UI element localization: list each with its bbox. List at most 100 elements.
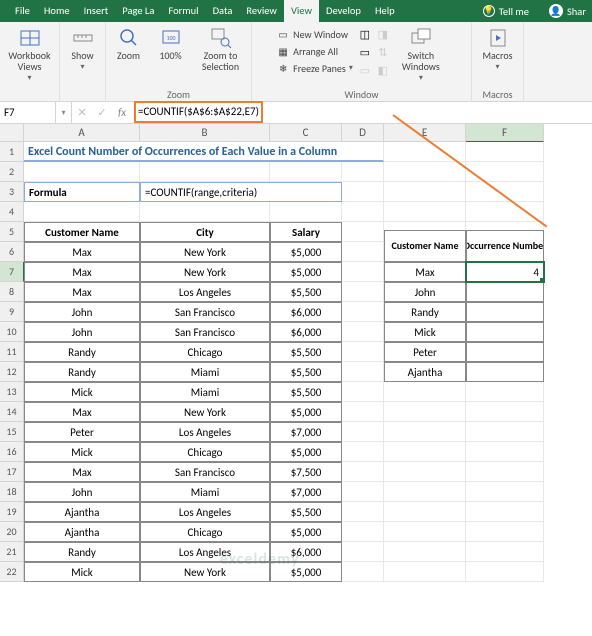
col-header-F[interactable]: F — [466, 124, 544, 142]
cell[interactable] — [342, 202, 384, 222]
name-box-dropdown[interactable]: ▾ — [56, 102, 72, 124]
row-header-20[interactable]: 20 — [0, 522, 24, 542]
row-header-12[interactable]: 12 — [0, 362, 24, 382]
side-cell-name[interactable]: Mick — [384, 322, 466, 342]
row-header-11[interactable]: 11 — [0, 342, 24, 362]
zoom-selection-button[interactable]: Zoom to Selection — [193, 24, 249, 72]
cell[interactable] — [342, 322, 384, 342]
side-cell-name[interactable]: Ajantha — [384, 362, 466, 382]
header-city[interactable]: City — [140, 222, 270, 242]
cell[interactable] — [342, 242, 384, 262]
cell-name[interactable]: Randy — [24, 342, 140, 362]
select-all-corner[interactable] — [0, 124, 24, 142]
name-box[interactable]: F7 — [0, 102, 56, 124]
cell[interactable] — [466, 142, 544, 162]
row-header-16[interactable]: 16 — [0, 442, 24, 462]
insert-function-button[interactable]: fx — [112, 102, 132, 124]
cell[interactable] — [466, 522, 544, 542]
cell-name[interactable]: John — [24, 302, 140, 322]
side-cell-val[interactable] — [466, 322, 544, 342]
cell-city[interactable]: Miami — [140, 382, 270, 402]
cell[interactable] — [384, 462, 466, 482]
cell-city[interactable]: Los Angeles — [140, 422, 270, 442]
col-header-A[interactable]: A — [24, 124, 140, 142]
row-header-21[interactable]: 21 — [0, 542, 24, 562]
cell[interactable] — [342, 162, 384, 182]
cell[interactable] — [140, 202, 270, 222]
show-button[interactable]: Show ▾ — [63, 24, 103, 72]
cell-salary[interactable]: $5,500 — [270, 342, 342, 362]
unhide-icon[interactable]: ▭ — [357, 62, 373, 78]
cell[interactable] — [384, 162, 466, 182]
cell[interactable] — [342, 562, 384, 582]
side-header-customer[interactable]: Customer Name — [384, 230, 466, 262]
cell-city[interactable]: Miami — [140, 362, 270, 382]
cell-name[interactable]: Randy — [24, 542, 140, 562]
tab-data[interactable]: Data — [206, 0, 240, 22]
cell-salary[interactable]: $7,000 — [270, 482, 342, 502]
tab-insert[interactable]: Insert — [77, 0, 116, 22]
side-header-occurrence[interactable]: Occurrence Number — [466, 230, 544, 262]
cell-salary[interactable]: $5,500 — [270, 282, 342, 302]
cell-salary[interactable]: $7,000 — [270, 422, 342, 442]
row-header-3[interactable]: 3 — [0, 182, 24, 202]
cell-name[interactable]: Randy — [24, 362, 140, 382]
row-header-5[interactable]: 5 — [0, 222, 24, 242]
cell[interactable] — [140, 162, 270, 182]
cell-name[interactable]: Max — [24, 262, 140, 282]
cell[interactable] — [466, 422, 544, 442]
cell[interactable] — [466, 482, 544, 502]
cell[interactable] — [466, 442, 544, 462]
cell-name[interactable]: Max — [24, 242, 140, 262]
row-header-14[interactable]: 14 — [0, 402, 24, 422]
cell-city[interactable]: Los Angeles — [140, 282, 270, 302]
cell[interactable] — [466, 542, 544, 562]
tab-home[interactable]: Home — [37, 0, 77, 22]
cell[interactable] — [342, 522, 384, 542]
cell-city[interactable]: Chicago — [140, 342, 270, 362]
cell-salary[interactable]: $6,000 — [270, 322, 342, 342]
cell[interactable] — [384, 482, 466, 502]
cell[interactable] — [270, 202, 342, 222]
new-window-button[interactable]: ▭New Window — [274, 26, 355, 42]
cell-name[interactable]: John — [24, 482, 140, 502]
zoom-button[interactable]: Zoom — [109, 24, 149, 61]
hide-icon[interactable]: ▭ — [357, 44, 373, 60]
row-header-10[interactable]: 10 — [0, 322, 24, 342]
side-cell-val[interactable] — [466, 342, 544, 362]
cell-salary[interactable]: $7,500 — [270, 462, 342, 482]
share-label[interactable]: Shar — [567, 5, 586, 18]
side-cell-val[interactable] — [466, 282, 544, 302]
tab-file[interactable]: File — [8, 0, 37, 22]
cell[interactable] — [24, 162, 140, 182]
freeze-panes-button[interactable]: ❄Freeze Panes▾ — [274, 60, 355, 76]
cell-city[interactable]: Chicago — [140, 442, 270, 462]
row-header-19[interactable]: 19 — [0, 502, 24, 522]
cell-city[interactable]: Los Angeles — [140, 502, 270, 522]
row-header-13[interactable]: 13 — [0, 382, 24, 402]
cell-name[interactable]: Mick — [24, 382, 140, 402]
cell-name[interactable]: Mick — [24, 562, 140, 582]
view-side-icon[interactable]: ◨ — [375, 26, 391, 42]
zoom-100-button[interactable]: 100 100% — [151, 24, 191, 61]
row-header-9[interactable]: 9 — [0, 302, 24, 322]
switch-windows-button[interactable]: Switch Windows ▾ — [393, 24, 449, 83]
row-header-8[interactable]: 8 — [0, 282, 24, 302]
cell-salary[interactable]: $5,000 — [270, 262, 342, 282]
cell[interactable] — [342, 362, 384, 382]
tab-formulas[interactable]: Formul — [161, 0, 205, 22]
formula-label-cell[interactable]: Formula — [24, 182, 140, 202]
header-salary[interactable]: Salary — [270, 222, 342, 242]
side-cell-name[interactable]: Peter — [384, 342, 466, 362]
cell[interactable] — [466, 562, 544, 582]
side-cell-name[interactable]: Max — [384, 262, 466, 282]
enter-button[interactable]: ✓ — [92, 102, 112, 124]
cell[interactable] — [342, 222, 384, 242]
cell[interactable] — [466, 402, 544, 422]
side-cell-val[interactable] — [466, 362, 544, 382]
cell-salary[interactable]: $5,000 — [270, 522, 342, 542]
cell-salary[interactable]: $5,500 — [270, 362, 342, 382]
row-header-17[interactable]: 17 — [0, 462, 24, 482]
cell[interactable] — [342, 542, 384, 562]
cell[interactable] — [384, 442, 466, 462]
